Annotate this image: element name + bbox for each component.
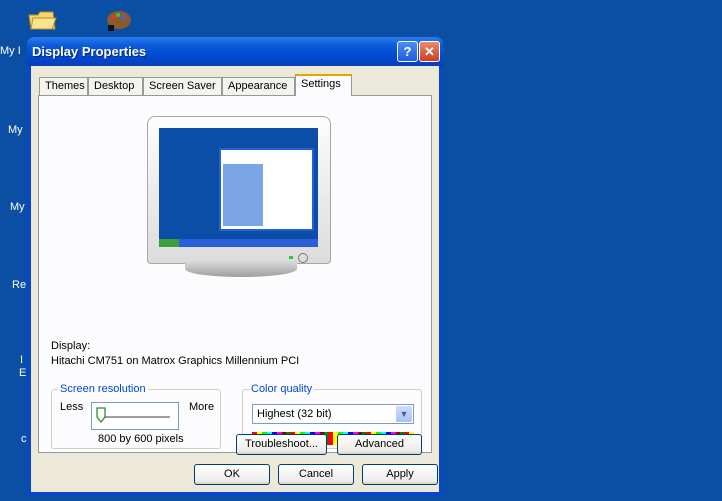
desktop-icon-label: My I: [0, 45, 21, 57]
desktop-icon-label: Re: [12, 279, 27, 291]
desktop-icon-label: E: [19, 367, 27, 379]
color-quality-select[interactable]: Highest (32 bit) ▼: [252, 404, 414, 424]
desktop-icon-label: My: [10, 201, 25, 213]
resolution-less-label: Less: [60, 401, 84, 413]
apply-button[interactable]: Apply: [362, 464, 438, 485]
help-icon: ?: [403, 44, 412, 59]
monitor-preview: [147, 116, 331, 264]
screen-resolution-title: Screen resolution: [58, 383, 148, 395]
tab-desktop[interactable]: Desktop: [88, 77, 143, 95]
display-properties-window: Display Properties ? ✕ Themes Desktop Sc…: [27, 37, 443, 496]
help-button[interactable]: ?: [397, 41, 418, 62]
close-button[interactable]: ✕: [419, 41, 440, 62]
chevron-down-icon[interactable]: ▼: [396, 406, 412, 422]
power-button-icon: [298, 253, 308, 263]
resolution-slider[interactable]: [91, 402, 179, 430]
cancel-button[interactable]: Cancel: [278, 464, 354, 485]
settings-panel: Display: Hitachi CM751 on Matrox Graphic…: [38, 95, 432, 455]
slider-thumb-icon[interactable]: [96, 407, 106, 423]
window-title: Display Properties: [32, 44, 147, 59]
color-quality-value: Highest (32 bit): [257, 408, 332, 420]
close-icon: ✕: [424, 44, 435, 59]
preview-sidebar: [223, 164, 263, 226]
paint-icon[interactable]: [104, 7, 134, 33]
power-led: [289, 256, 293, 259]
tab-screen-saver[interactable]: Screen Saver: [143, 77, 222, 95]
desktop-icon-label: I: [20, 354, 24, 366]
preview-taskbar: [159, 239, 318, 247]
display-value: Hitachi CM751 on Matrox Graphics Millenn…: [51, 355, 300, 367]
resolution-value: 800 by 600 pixels: [98, 433, 184, 445]
folder-icon[interactable]: [27, 7, 57, 33]
advanced-button[interactable]: Advanced: [337, 434, 422, 455]
tab-appearance[interactable]: Appearance: [222, 77, 295, 95]
slider-track: [98, 416, 170, 419]
tab-themes[interactable]: Themes: [39, 77, 88, 95]
desktop-icon-label: c: [21, 433, 27, 445]
troubleshoot-button[interactable]: Troubleshoot...: [236, 434, 327, 455]
screen-resolution-group: Screen resolution Less More 800 by 600 p…: [51, 383, 221, 449]
preview-window: [219, 148, 314, 231]
monitor-screen: [159, 128, 318, 247]
dialog-client: Themes Desktop Screen Saver Appearance S…: [31, 66, 439, 492]
tab-settings[interactable]: Settings: [295, 74, 352, 96]
display-label: Display:: [51, 340, 91, 352]
desktop-icon-label: My: [8, 124, 23, 136]
color-quality-title: Color quality: [249, 383, 315, 395]
title-bar[interactable]: Display Properties ? ✕: [27, 37, 443, 66]
monitor-stand: [185, 261, 297, 277]
ok-button[interactable]: OK: [194, 464, 270, 485]
preview-start-button: [159, 239, 179, 247]
resolution-more-label: More: [189, 401, 215, 413]
